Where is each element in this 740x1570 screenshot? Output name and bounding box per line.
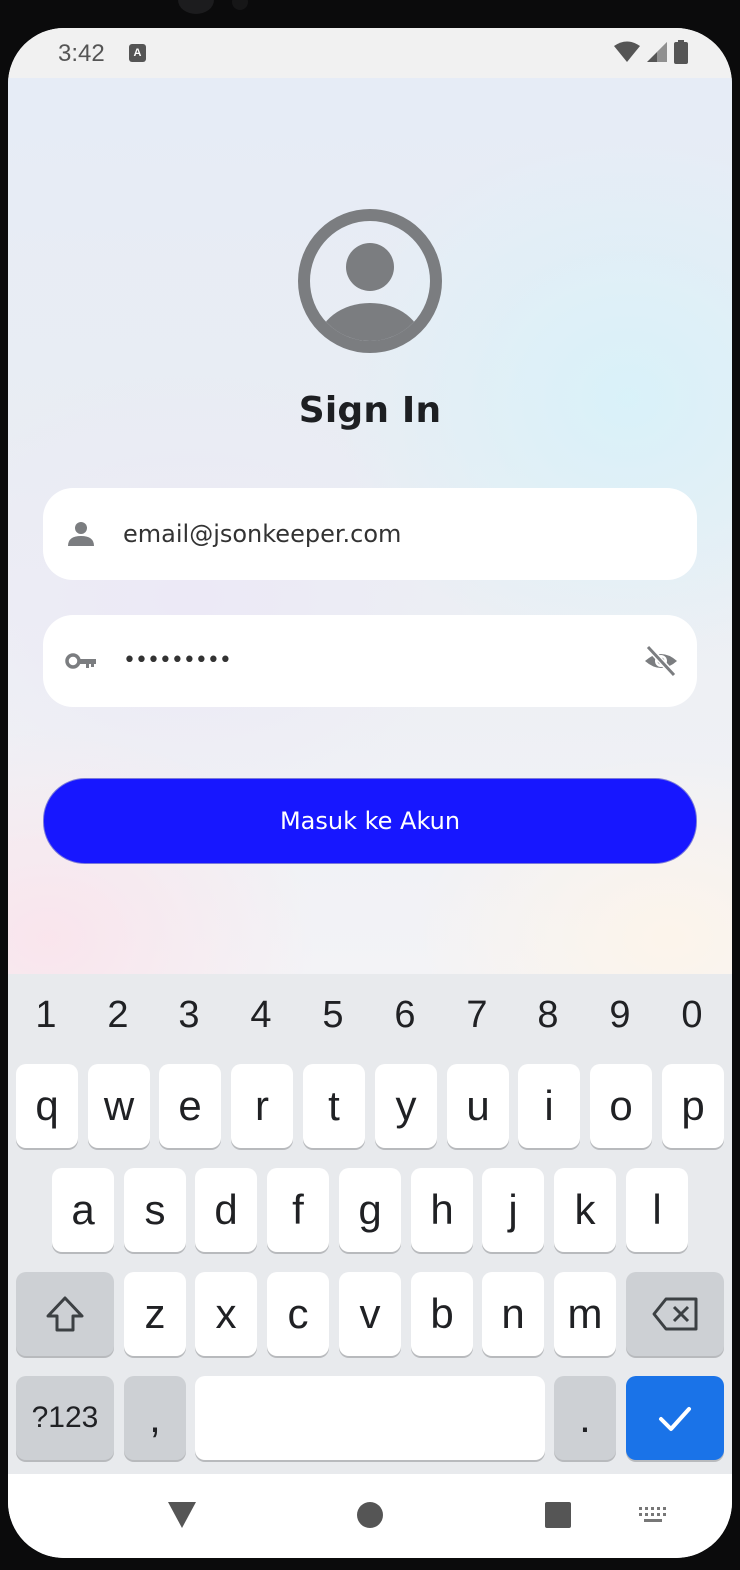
key-l[interactable]: l bbox=[626, 1168, 688, 1252]
page-title: Sign In bbox=[298, 390, 442, 431]
key-k[interactable]: k bbox=[554, 1168, 616, 1252]
recents-icon[interactable] bbox=[544, 1501, 572, 1529]
front-camera bbox=[178, 0, 214, 14]
number-row: 1 2 3 4 5 6 7 8 9 0 bbox=[8, 988, 732, 1048]
key-5[interactable]: 5 bbox=[303, 994, 363, 1037]
key-7[interactable]: 7 bbox=[447, 994, 507, 1037]
key-x[interactable]: x bbox=[195, 1272, 257, 1356]
keyboard-switch-icon[interactable] bbox=[638, 1506, 668, 1524]
key-f[interactable]: f bbox=[267, 1168, 329, 1252]
key-1[interactable]: 1 bbox=[16, 994, 76, 1037]
key-d[interactable]: d bbox=[195, 1168, 257, 1252]
key-p[interactable]: p bbox=[662, 1064, 724, 1148]
email-field[interactable]: email@jsonkeeper.com bbox=[43, 488, 697, 580]
home-icon[interactable] bbox=[356, 1501, 384, 1529]
key-n[interactable]: n bbox=[482, 1272, 544, 1356]
avatar-icon bbox=[298, 209, 442, 353]
key-r[interactable]: r bbox=[231, 1064, 293, 1148]
email-input[interactable]: email@jsonkeeper.com bbox=[123, 488, 623, 580]
password-input[interactable]: ••••••••• bbox=[123, 615, 623, 707]
key-y[interactable]: y bbox=[375, 1064, 437, 1148]
backspace-icon bbox=[652, 1297, 698, 1331]
sign-in-screen: Sign In email@jsonkeeper.com ••••••••• M… bbox=[8, 78, 732, 974]
shift-key[interactable] bbox=[16, 1272, 114, 1356]
key-g[interactable]: g bbox=[339, 1168, 401, 1252]
person-icon bbox=[68, 522, 94, 546]
key-u[interactable]: u bbox=[447, 1064, 509, 1148]
status-bar: 3:42 A bbox=[8, 28, 732, 78]
wifi-icon bbox=[614, 41, 640, 62]
key-2[interactable]: 2 bbox=[88, 994, 148, 1037]
checkmark-icon bbox=[659, 1407, 691, 1431]
navigation-bar bbox=[8, 1474, 732, 1558]
sensor bbox=[232, 0, 248, 10]
back-icon[interactable] bbox=[166, 1500, 198, 1530]
sign-in-button[interactable]: Masuk ke Akun bbox=[43, 778, 697, 864]
key-c[interactable]: c bbox=[267, 1272, 329, 1356]
phone-screen: 3:42 A Sign In email@jsonkeeper.com ••••… bbox=[8, 28, 732, 1558]
eye-off-icon[interactable] bbox=[643, 643, 679, 679]
key-i[interactable]: i bbox=[518, 1064, 580, 1148]
symbols-key[interactable]: ?123 bbox=[16, 1376, 114, 1460]
key-v[interactable]: v bbox=[339, 1272, 401, 1356]
comma-key[interactable]: , bbox=[124, 1376, 186, 1460]
enter-key[interactable] bbox=[626, 1376, 724, 1460]
key-s[interactable]: s bbox=[124, 1168, 186, 1252]
key-h[interactable]: h bbox=[411, 1168, 473, 1252]
key-m[interactable]: m bbox=[554, 1272, 616, 1356]
key-3[interactable]: 3 bbox=[159, 994, 219, 1037]
status-icons bbox=[614, 40, 688, 64]
key-0[interactable]: 0 bbox=[662, 994, 722, 1037]
key-9[interactable]: 9 bbox=[590, 994, 650, 1037]
key-w[interactable]: w bbox=[88, 1064, 150, 1148]
key-t[interactable]: t bbox=[303, 1064, 365, 1148]
shift-icon bbox=[46, 1296, 84, 1332]
key-o[interactable]: o bbox=[590, 1064, 652, 1148]
key-j[interactable]: j bbox=[482, 1168, 544, 1252]
key-a[interactable]: a bbox=[52, 1168, 114, 1252]
key-b[interactable]: b bbox=[411, 1272, 473, 1356]
key-6[interactable]: 6 bbox=[375, 994, 435, 1037]
key-4[interactable]: 4 bbox=[231, 994, 291, 1037]
signal-icon bbox=[647, 42, 667, 62]
key-e[interactable]: e bbox=[159, 1064, 221, 1148]
status-time: 3:42 bbox=[58, 40, 105, 67]
period-key[interactable]: . bbox=[554, 1376, 616, 1460]
battery-icon bbox=[674, 40, 688, 64]
key-8[interactable]: 8 bbox=[518, 994, 578, 1037]
key-q[interactable]: q bbox=[16, 1064, 78, 1148]
space-key[interactable] bbox=[195, 1376, 545, 1460]
backspace-key[interactable] bbox=[626, 1272, 724, 1356]
key-icon bbox=[65, 653, 96, 669]
key-z[interactable]: z bbox=[124, 1272, 186, 1356]
notification-icon: A bbox=[129, 44, 146, 62]
soft-keyboard: 1 2 3 4 5 6 7 8 9 0 q w e r t y u i o p … bbox=[8, 974, 732, 1474]
password-field[interactable]: ••••••••• bbox=[43, 615, 697, 707]
